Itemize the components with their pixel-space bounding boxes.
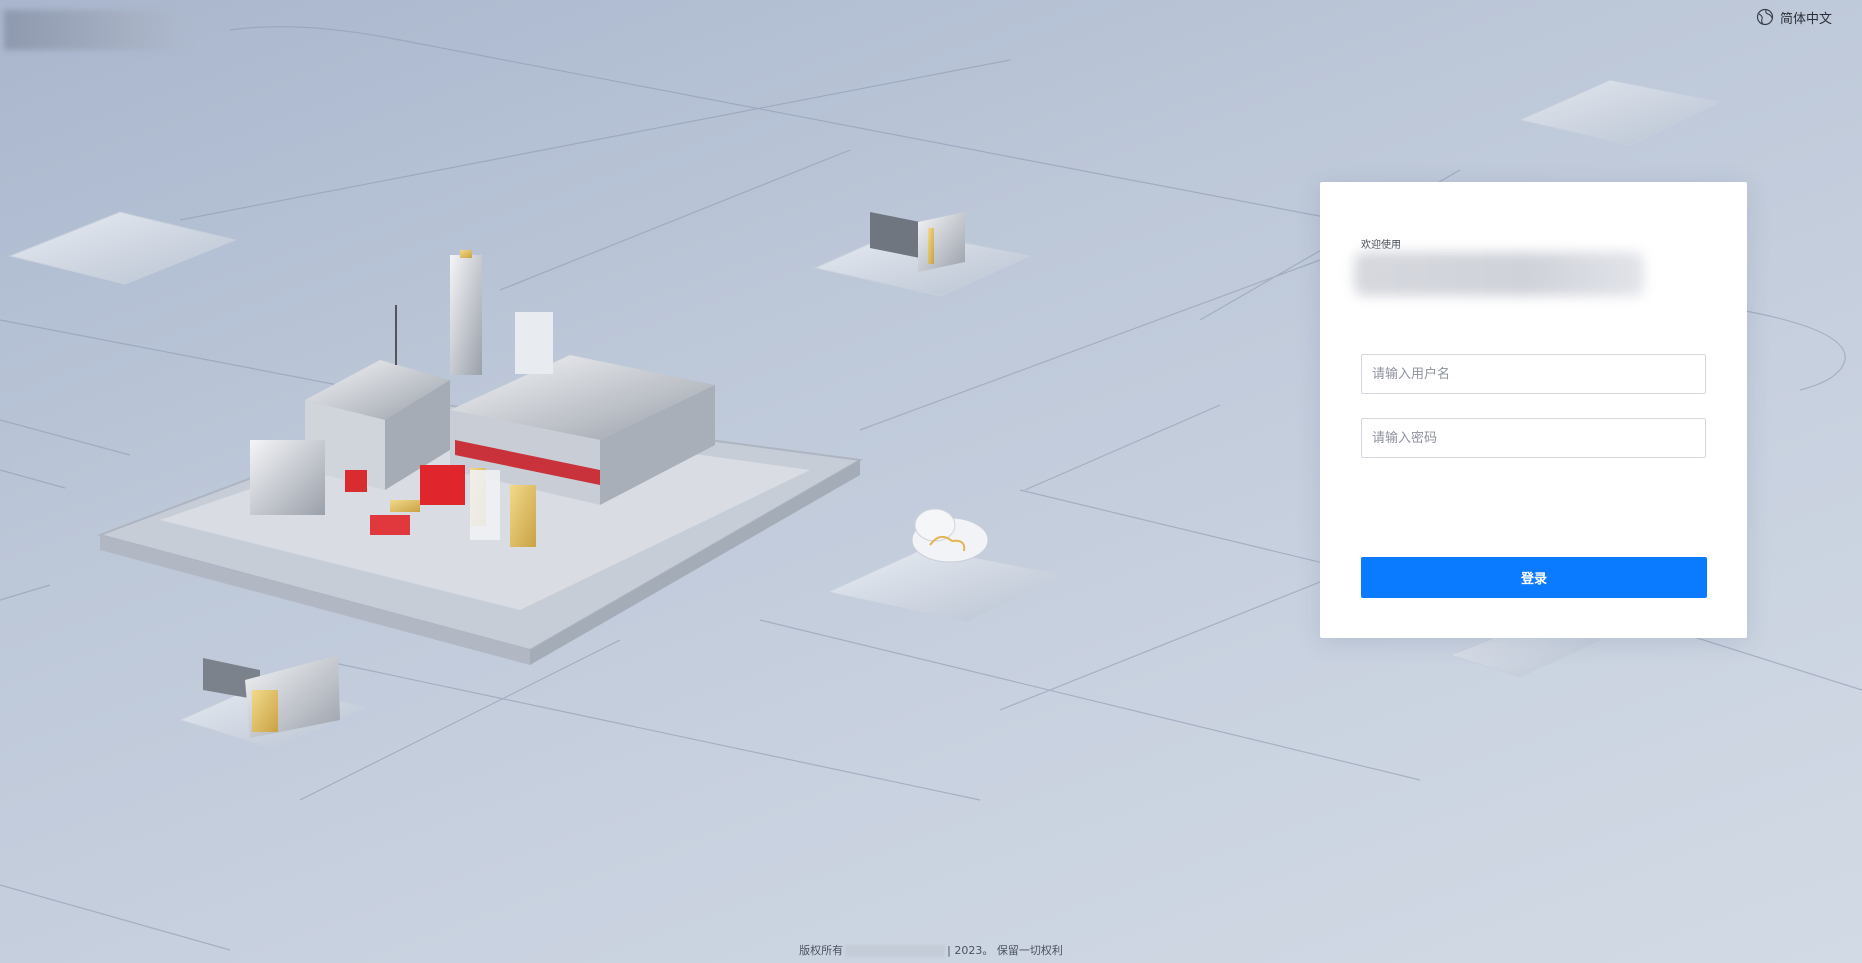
login-card: 欢迎使用 登录 — [1320, 182, 1747, 638]
brand-logo-redacted — [4, 10, 190, 50]
company-name-redacted — [845, 945, 946, 957]
globe-icon — [1756, 8, 1774, 26]
language-switcher[interactable]: 简体中文 — [1756, 7, 1832, 27]
welcome-text: 欢迎使用 — [1361, 240, 1401, 251]
username-input[interactable] — [1361, 354, 1706, 394]
password-input[interactable] — [1361, 418, 1706, 458]
language-label[interactable]: 简体中文 — [1780, 8, 1832, 27]
copyright-prefix: 版权所有 — [799, 944, 844, 957]
copyright-footer: 版权所有 | 2023。 保留一切权利 — [0, 942, 1862, 958]
system-name-redacted — [1354, 252, 1644, 296]
login-button[interactable]: 登录 — [1361, 557, 1707, 598]
copyright-suffix: | 2023。 保留一切权利 — [947, 944, 1063, 957]
